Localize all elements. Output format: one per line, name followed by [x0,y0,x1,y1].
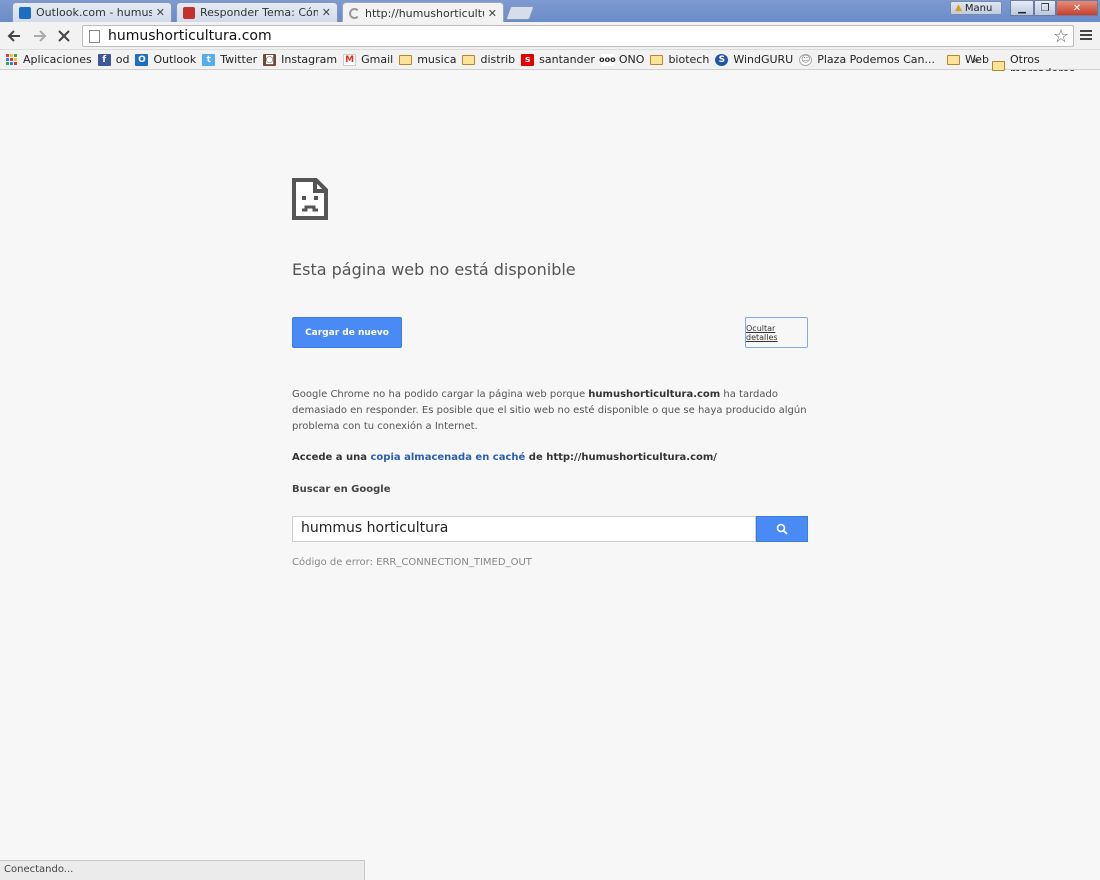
bookmark-label: biotech [668,53,710,66]
bookmark-label: santander [539,53,595,66]
url-text[interactable]: humushorticultura.com [108,28,1053,44]
bookmarks-bar: Aplicaciones f od O Outlook t Twitter ◙ … [0,50,1100,79]
title-bar: Outlook.com - humushort ✕ Responder Tema… [0,0,1100,23]
bookmark-folder-biotech[interactable]: biotech [650,53,709,66]
tab-title: Outlook.com - humushort [36,6,152,19]
toolbar: humushorticultura.com ☆ [0,22,1100,50]
gmail-icon: M [343,53,357,66]
warning-icon: ▲ [955,3,962,13]
bookmark-label: ONO [618,53,645,66]
bookmark-label: musica [417,53,457,66]
bookmark-gmail[interactable]: M Gmail [343,53,393,66]
folder-icon [650,54,664,65]
folder-icon [462,54,476,65]
close-window-button[interactable]: ✕ [1056,0,1098,16]
bookmark-folder-web[interactable]: Web [946,53,989,66]
bookmark-od[interactable]: f od [97,53,130,66]
outlook-icon: O [135,53,149,66]
bookmark-ono[interactable]: ooo ONO [599,53,645,66]
bookmark-label: Gmail [361,53,394,66]
folder-icon [992,61,1005,71]
reddit-icon: ☺ [799,53,813,66]
page-content: Esta página web no está disponible Carga… [0,71,1100,880]
santander-icon: s [521,53,535,66]
tab-title: Responder Tema: Cómo a [200,6,318,19]
chrome-menu-button[interactable] [1078,28,1094,44]
close-tab-icon[interactable]: ✕ [488,7,497,20]
cache-prefix: Accede a una [292,452,371,463]
bookmark-label: Instagram [281,53,338,66]
arrow-right-icon [34,30,47,42]
bookmark-twitter[interactable]: t Twitter [202,53,257,66]
bookmark-instagram[interactable]: ◙ Instagram [263,53,337,66]
windguru-icon: S [715,53,729,66]
search-button[interactable] [756,516,808,542]
bookmark-plaza-podemos[interactable]: ☺ Plaza Podemos Can... [799,53,935,66]
cache-suffix: de http://humushorticultura.com/ [525,452,717,463]
bookmark-label: Plaza Podemos Can... [817,53,935,66]
twitter-icon: t [202,53,216,66]
close-tab-icon[interactable]: ✕ [156,6,165,19]
cached-copy-link[interactable]: copia almacenada en caché [371,452,526,463]
bookmarks-overflow-chevron[interactable]: » [972,53,979,67]
arrow-left-icon [7,30,20,42]
bookmark-label: distrib [480,53,516,66]
tab-active[interactable]: http://humushorticultura.c ✕ [342,2,504,23]
back-button[interactable] [4,26,24,46]
bookmark-windguru[interactable]: S WindGURU [715,53,793,66]
close-tab-icon[interactable]: ✕ [322,6,331,19]
instagram-icon: ◙ [263,53,277,66]
minimize-button[interactable]: ▁ [1010,0,1034,16]
sad-page-icon [292,178,328,220]
search-label: Buscar en Google [292,484,391,495]
ono-icon: ooo [599,53,616,66]
bookmark-aplicaciones[interactable]: Aplicaciones [6,53,92,66]
cached-copy-line: Accede a una copia almacenada en caché d… [292,452,717,463]
error-title: Esta página web no está disponible [292,260,576,279]
desc-text: Google Chrome no ha podido cargar la pág… [292,389,589,400]
bookmark-folder-distrib[interactable]: distrib [462,53,515,66]
outlook-icon [19,6,31,19]
bookmark-label: Aplicaciones [23,53,92,66]
hide-details-button[interactable]: Ocultar detalles [745,317,808,348]
bookmark-label: Outlook [153,53,197,66]
apps-grid-icon [6,53,18,66]
stop-x-icon [58,30,70,42]
tab-outlook[interactable]: Outlook.com - humushort ✕ [12,2,172,22]
bookmark-santander[interactable]: s santander [521,53,595,66]
folder-icon [946,54,960,65]
error-description: Google Chrome no ha podido cargar la pág… [292,387,812,435]
bookmark-label: WindGURU [733,53,794,66]
new-tab-button[interactable] [505,6,535,20]
bookmark-label: od [115,53,130,66]
page-icon [89,29,100,43]
profile-label: Manu [964,2,993,14]
google-search-input[interactable]: hummus horticultura [292,516,756,542]
tab-responder[interactable]: Responder Tema: Cómo a ✕ [176,2,338,22]
search-icon [776,523,788,535]
bookmark-star-icon[interactable]: ☆ [1053,26,1069,47]
maximize-button[interactable]: ❐ [1034,0,1056,16]
profile-button[interactable]: ▲ Manu [950,1,1002,15]
desc-domain: humushorticultura.com [588,389,721,400]
stop-button[interactable] [54,26,74,46]
facebook-icon: f [97,53,111,66]
loading-spinner-icon [349,7,360,19]
forward-button[interactable] [30,26,50,46]
bookmark-folder-musica[interactable]: musica [399,53,456,66]
folder-icon [399,54,413,65]
forum-icon [183,6,195,19]
bookmark-outlook[interactable]: O Outlook [135,53,196,66]
status-bar: Conectando... [0,860,365,880]
error-code: Código de error: ERR_CONNECTION_TIMED_OU… [292,557,532,568]
tab-title: http://humushorticultura.c [365,6,484,20]
bookmark-label: Twitter [220,53,258,66]
reload-button[interactable]: Cargar de nuevo [292,317,402,348]
address-bar[interactable]: humushorticultura.com ☆ [82,25,1074,47]
